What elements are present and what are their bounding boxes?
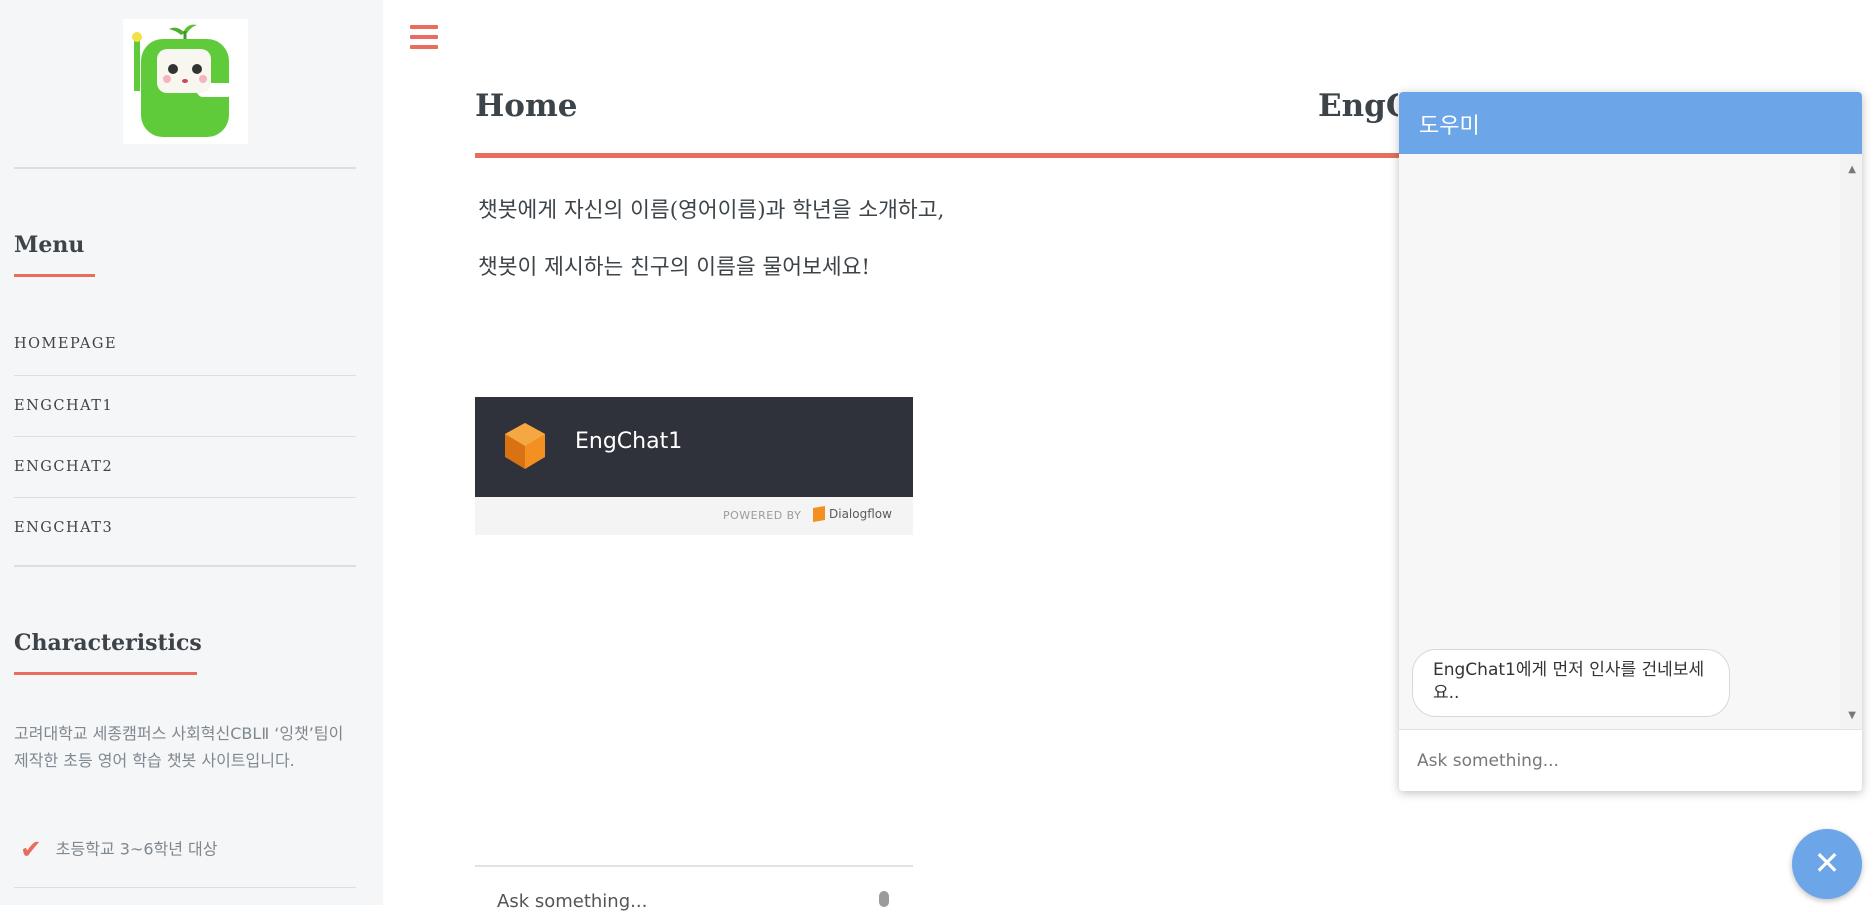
instruction-line-2: 챗봇이 제시하는 친구의 이름을 물어보세요! — [478, 255, 871, 280]
sidebar-item-engchat1[interactable]: ENGCHAT1 — [14, 375, 356, 436]
characteristics-heading-underline — [14, 672, 197, 675]
hamburger-menu-icon[interactable] — [410, 25, 438, 53]
page-title: Home — [475, 88, 578, 124]
sidebar-divider — [14, 887, 356, 888]
embedded-chatbot-footer: POWERED BY Dialogflow — [475, 497, 913, 535]
close-chat-button[interactable]: ✕ — [1792, 829, 1862, 899]
chat-input-placeholder: Ask something... — [1417, 751, 1559, 771]
sidebar-divider — [14, 565, 356, 567]
embedded-chatbot-header: EngChat1 — [475, 397, 913, 497]
site-title: EngC — [1318, 88, 1398, 124]
site-logo[interactable] — [123, 19, 248, 144]
site-description: 고려대학교 세종캠퍼스 사회혁신CBLⅡ ‘잉챗’팀이 제작한 초등 영어 학습… — [14, 724, 344, 770]
checkmark-icon: ✔ — [20, 835, 42, 865]
chat-messages[interactable] — [1399, 154, 1840, 729]
chat-header-title: 도우미 — [1419, 114, 1480, 139]
dialogflow-logo-icon — [813, 505, 825, 523]
characteristics-heading: Characteristics — [14, 630, 202, 656]
chat-header: 도우미 — [1399, 92, 1862, 154]
characteristic-label: 초등학교 3~6학년 대상 — [55, 839, 218, 859]
scroll-down-arrow-icon[interactable]: ▼ — [1848, 710, 1856, 721]
embedded-input-placeholder: Ask something... — [497, 891, 648, 912]
dialogflow-brand-label: Dialogflow — [829, 507, 892, 521]
title-divider — [475, 153, 1410, 158]
menu-heading: Menu — [14, 232, 85, 258]
chat-popup: 도우미 ▲ ▼ EngChat1에게 먼저 인사를 건네보세요.. Ask so… — [1399, 92, 1862, 791]
menu-heading-underline — [14, 274, 95, 277]
embedded-chat-input[interactable]: Ask something... — [475, 865, 913, 912]
embedded-agent-name: EngChat1 — [575, 429, 683, 454]
sidebar: Menu HOMEPAGE ENGCHAT1 ENGCHAT2 ENGCHAT3… — [0, 0, 383, 905]
chat-scrollbar[interactable] — [1840, 154, 1862, 729]
close-icon: ✕ — [1813, 844, 1841, 882]
dialogflow-brand[interactable]: Dialogflow — [813, 505, 892, 523]
instruction-line-1: 챗봇에게 자신의 이름(영어이름)과 학년을 소개하고, — [478, 198, 945, 223]
sidebar-item-engchat3[interactable]: ENGCHAT3 — [14, 497, 356, 558]
chat-input[interactable]: Ask something... — [1399, 729, 1862, 791]
sidebar-divider — [14, 167, 356, 169]
powered-by-label: POWERED BY — [723, 509, 802, 522]
bot-message: EngChat1에게 먼저 인사를 건네보세요.. — [1412, 649, 1730, 717]
dialogflow-cube-icon — [505, 423, 545, 469]
characteristic-item: ✔ 초등학교 3~6학년 대상 — [20, 835, 218, 865]
sidebar-item-engchat2[interactable]: ENGCHAT2 — [14, 436, 356, 497]
scroll-up-arrow-icon[interactable]: ▲ — [1848, 164, 1856, 175]
green-character-icon — [132, 24, 233, 137]
sidebar-item-homepage[interactable]: HOMEPAGE — [14, 314, 356, 375]
